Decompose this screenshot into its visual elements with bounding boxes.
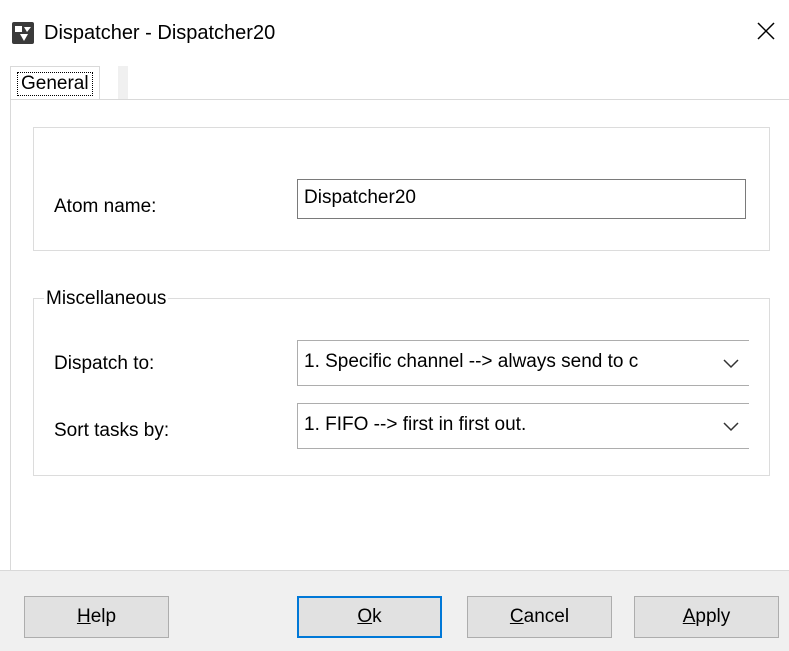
sort-tasks-by-dropdown[interactable]: 1. FIFO --> first in first out. — [297, 403, 749, 449]
apply-label-rest: pply — [695, 606, 731, 627]
atom-name-label: Atom name: — [54, 196, 157, 217]
help-mnemonic: H — [76, 606, 91, 627]
miscellaneous-legend: Miscellaneous — [44, 287, 169, 311]
dispatch-to-value: 1. Specific channel --> always send to c — [304, 351, 639, 372]
cancel-button[interactable]: Cancel — [467, 596, 612, 638]
apply-button[interactable]: Apply — [634, 596, 779, 638]
help-label-rest: elp — [90, 606, 117, 627]
close-button[interactable] — [743, 0, 789, 62]
atom-name-field[interactable]: Dispatcher20 — [297, 179, 746, 219]
ok-label-rest: k — [372, 606, 382, 627]
dispatch-to-dropdown[interactable]: 1. Specific channel --> always send to c — [297, 340, 749, 386]
tab-general-label: General — [17, 71, 93, 96]
window-title: Dispatcher - Dispatcher20 — [44, 22, 276, 44]
chevron-down-icon — [723, 422, 739, 432]
sort-tasks-by-label: Sort tasks by: — [54, 420, 170, 441]
apply-mnemonic: A — [682, 606, 696, 627]
dispatcher-app-icon — [12, 22, 34, 44]
ok-mnemonic: O — [357, 606, 373, 627]
sort-tasks-by-value: 1. FIFO --> first in first out. — [304, 414, 527, 435]
close-icon — [757, 22, 775, 40]
cancel-mnemonic: C — [509, 606, 524, 627]
tab-strip-divider — [118, 66, 128, 100]
chevron-down-icon — [723, 359, 739, 369]
cancel-label-rest: ancel — [523, 606, 570, 627]
ok-button[interactable]: Ok — [297, 596, 442, 638]
title-bar: Dispatcher - Dispatcher20 — [0, 0, 789, 62]
tab-general[interactable]: General — [10, 66, 100, 100]
dispatch-to-label: Dispatch to: — [54, 353, 155, 374]
miscellaneous-group — [33, 298, 770, 476]
tab-strip: General — [0, 62, 789, 100]
help-button[interactable]: Help — [24, 596, 169, 638]
